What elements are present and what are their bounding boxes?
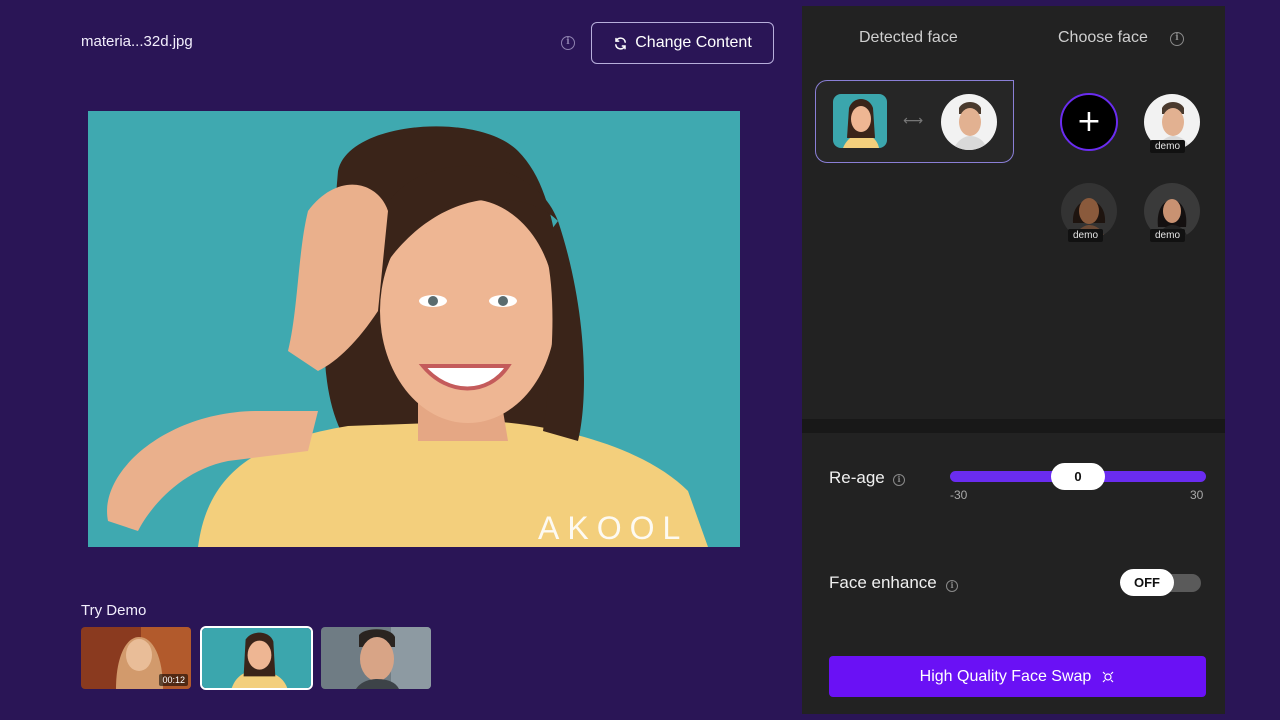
face-enhance-label: Face enhance — [829, 573, 937, 592]
reage-label: Re-age — [829, 468, 885, 487]
info-icon[interactable]: i — [946, 580, 958, 592]
change-content-label: Change Content — [635, 34, 752, 51]
change-content-button[interactable]: Change Content — [591, 22, 774, 64]
sparkle-icon — [1102, 671, 1114, 682]
panel-divider — [802, 419, 1225, 433]
content-preview-image: AKOOL — [88, 111, 740, 547]
add-face-button[interactable]: + — [1060, 93, 1118, 151]
refresh-icon — [615, 36, 627, 50]
choose-face-header: Choose face — [1058, 29, 1148, 46]
try-demo-label: Try Demo — [81, 602, 147, 619]
demo-badge: demo — [1068, 229, 1104, 242]
video-duration: 00:12 — [159, 674, 188, 686]
plus-icon: + — [1076, 104, 1102, 139]
swap-button-label: High Quality Face Swap — [919, 667, 1092, 685]
reage-min-value: -30 — [950, 488, 968, 502]
high-quality-face-swap-button[interactable]: High Quality Face Swap — [829, 656, 1206, 697]
demo-thumb-man[interactable] — [321, 627, 431, 689]
face-enhance-toggle-knob[interactable]: OFF — [1120, 569, 1174, 596]
info-icon[interactable]: i — [893, 474, 905, 486]
target-face-thumbnail — [941, 94, 997, 150]
file-name: materia...32d.jpg — [81, 33, 193, 50]
reage-slider-thumb[interactable]: 0 — [1051, 463, 1105, 490]
demo-thumb-selected[interactable] — [200, 626, 313, 690]
demo-badge: demo — [1150, 140, 1186, 153]
demo-badge: demo — [1150, 229, 1186, 242]
reage-max-value: 30 — [1190, 488, 1204, 502]
detected-face-header: Detected face — [859, 29, 958, 46]
detected-face-thumbnail — [833, 94, 887, 148]
info-icon[interactable]: i — [561, 36, 575, 50]
akool-watermark: AKOOL — [538, 510, 688, 546]
arrow-left-right-icon: ⟷ — [903, 112, 924, 128]
demo-thumb-video[interactable]: 00:12 — [81, 627, 191, 689]
info-icon[interactable]: i — [1170, 32, 1184, 46]
